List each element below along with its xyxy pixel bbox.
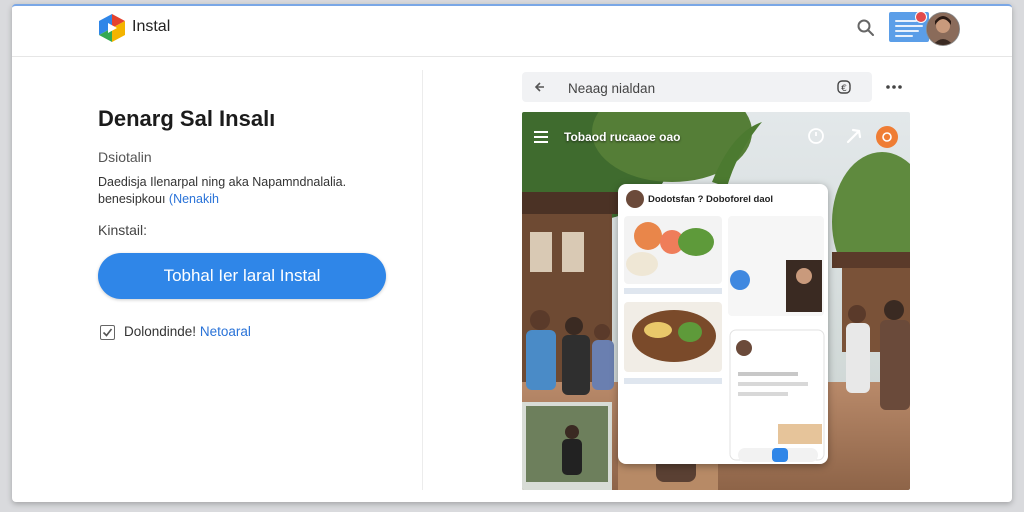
app-title: Instal [132,18,171,35]
info-circle-icon[interactable]: € [836,79,852,95]
share-icon[interactable] [844,126,864,146]
preview-photo: Tobaod rucaaoe oao Dodotsfan ? Doboforel… [522,112,910,490]
column-divider [422,70,423,490]
preview-address-input[interactable] [566,77,820,99]
menu-lines-icon [534,131,548,143]
feed-avatar [626,190,644,208]
timer-icon[interactable] [806,126,826,146]
description-text: Daedisja Ilenarpal ning aka Napamndnalal… [98,175,347,206]
field-label: Kinstail: [98,222,148,238]
orange-action-glyph-icon [882,132,892,142]
avatar[interactable] [926,12,960,46]
install-button[interactable]: Tobhal Ier laral Instal [98,253,386,299]
back-arrow-icon[interactable] [532,80,546,94]
description-link[interactable]: (Nenakih [169,192,219,206]
checkmark-icon [102,328,113,337]
orange-action-icon[interactable] [876,126,898,148]
preview-address-bar: € [522,72,872,102]
consent-checkbox[interactable] [100,325,115,340]
consent-label: Dolondinde! Netoaral [124,324,251,339]
app-window: Instal Denarg Sal Insalı Dsiotalin Daedi… [12,4,1012,502]
notification-badge [915,11,927,23]
top-bar: Instal [12,6,1012,57]
play-logo-icon[interactable] [98,13,126,43]
consent-text: Dolondinde! [124,324,197,339]
more-dots-icon[interactable] [884,78,904,96]
feed-grid-illustration [624,216,825,462]
feed-title: Dodotsfan ? Doboforel daol [648,194,774,205]
feed-card: Dodotsfan ? Doboforel daol [618,184,828,464]
menu-icon[interactable] [534,130,548,143]
photo-caption: Tobaod rucaaoe oao [564,130,681,144]
svg-text:€: € [841,84,847,94]
consent-link[interactable]: Netoaral [200,324,251,339]
page-subtitle: Dsiotalin [98,149,152,165]
page-title: Denarg Sal Insalı [98,106,276,131]
search-icon[interactable] [856,18,876,38]
description: Daedisja Ilenarpal ning aka Napamndnalal… [98,174,398,208]
avatar-portrait-icon [927,13,959,45]
